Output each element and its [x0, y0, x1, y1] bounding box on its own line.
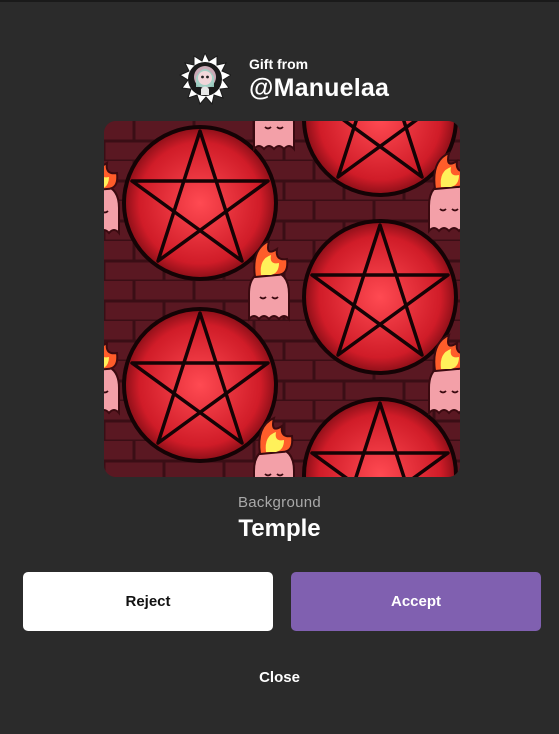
- close-button[interactable]: Close: [0, 669, 559, 686]
- item-name: Temple: [238, 515, 321, 542]
- gift-from-label: Gift from: [249, 56, 309, 72]
- sender-username: @Manuelaa: [249, 74, 390, 102]
- spiked-badge-avatar-icon: [178, 51, 233, 106]
- reject-button[interactable]: Reject: [23, 572, 273, 631]
- sender-avatar: [178, 51, 233, 106]
- background-preview: [104, 121, 460, 477]
- top-divider: [0, 0, 559, 2]
- accept-button[interactable]: Accept: [291, 572, 541, 631]
- item-type-label: Background: [237, 494, 322, 511]
- gift-sender-header: Gift from @Manuelaa: [178, 51, 390, 106]
- temple-pentagram-pattern-icon: [104, 121, 460, 477]
